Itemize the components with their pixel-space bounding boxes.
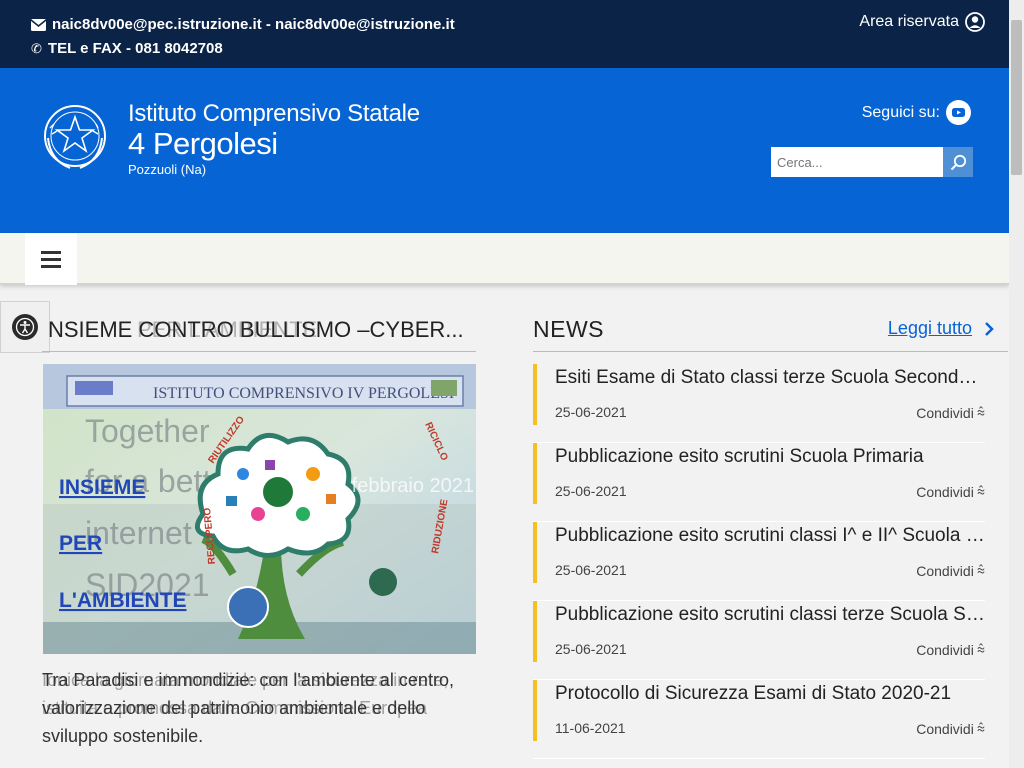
share-button[interactable]: Condividi ⩯ (916, 562, 985, 579)
social-follow: Seguici su: (862, 100, 971, 125)
reserved-area-label: Area riservata (859, 13, 959, 30)
search-form (771, 147, 973, 177)
news-accent-bar (533, 680, 537, 741)
accessibility-icon (12, 314, 38, 340)
share-icon: ⩯ (976, 720, 985, 736)
search-icon (950, 154, 966, 170)
read-all-label: Leggi tutto (887, 318, 972, 338)
feature-caption: Ionica la giornata mondiale per la sicur… (42, 666, 482, 750)
share-button[interactable]: Condividi ⩯ (916, 720, 985, 737)
image-word-3: L'AMBIENTE (59, 589, 187, 612)
scrollbar-thumb[interactable] (1011, 20, 1022, 175)
news-item-title[interactable]: Protocollo di Sicurezza Esami di Stato 2… (555, 683, 985, 705)
image-banner-text: ISTITUTO COMPRENSIVO IV PERGOLESI (153, 385, 454, 402)
phone-icon: ✆ (31, 41, 42, 56)
share-button[interactable]: Condividi ⩯ (916, 404, 985, 421)
feature-caption-fading: Ionica la giornata mondiale per la sicur… (42, 670, 449, 718)
share-icon: ⩯ (976, 404, 985, 420)
share-icon: ⩯ (976, 562, 985, 578)
news-list: Esiti Esame di Stato classi terze Scuola… (533, 364, 985, 759)
hamburger-icon (41, 250, 61, 254)
contact-phone: TEL e FAX - 081 8042708 (47, 40, 223, 57)
news-item-date: 25-06-2021 (555, 562, 627, 578)
news-item-date: 11-06-2021 (555, 720, 626, 736)
news-accent-bar (533, 522, 537, 583)
reserved-area-link[interactable]: Area riservata (859, 12, 985, 32)
news-item[interactable]: Esiti Esame di Stato classi terze Scuola… (533, 364, 985, 443)
news-accent-bar (533, 443, 537, 504)
news-item-date: 25-06-2021 (555, 483, 627, 499)
school-city: Pozzuoli (Na) (128, 162, 207, 177)
page-scrollbar[interactable] (1009, 0, 1024, 768)
news-item[interactable]: Protocollo di Sicurezza Esami di Stato 2… (533, 680, 985, 759)
news-header: NEWS Leggi tutto (533, 314, 1008, 352)
news-accent-bar (533, 364, 537, 425)
user-circle-icon (965, 12, 985, 32)
site-header: Istituto Comprensivo Statale 4 Pergolesi… (0, 68, 1009, 233)
share-icon: ⩯ (976, 641, 985, 657)
news-item[interactable]: Pubblicazione esito scrutini Scuola Prim… (533, 443, 985, 522)
follow-label: Seguici su: (861, 103, 940, 121)
chevron-right-icon (985, 321, 994, 336)
main-nav (0, 233, 1009, 285)
news-accent-bar (533, 601, 537, 662)
share-icon: ⩯ (976, 483, 985, 499)
school-name[interactable]: 4 Pergolesi (128, 126, 278, 162)
search-button[interactable] (943, 147, 973, 177)
feature-title[interactable]: NSIEME CONTRO BULLISMO –CYBER... PER L'A… (42, 317, 476, 352)
read-all-link[interactable]: Leggi tutto (888, 318, 994, 339)
image-word-1: INSIEME (59, 476, 145, 499)
news-item-title[interactable]: Esiti Esame di Stato classi terze Scuola… (555, 367, 985, 389)
envelope-icon (31, 19, 46, 31)
news-item[interactable]: Pubblicazione esito scrutini classi terz… (533, 601, 985, 680)
feature-image[interactable]: ISTITUTO COMPRENSIVO IV PERGOLESI Togeth… (43, 364, 476, 654)
image-date-text: 9 febbraio 2021 (335, 475, 474, 497)
search-input[interactable] (771, 147, 943, 177)
news-item-title[interactable]: Pubblicazione esito scrutini classi I^ e… (555, 525, 985, 547)
share-button[interactable]: Condividi ⩯ (916, 641, 985, 658)
school-kind[interactable]: Istituto Comprensivo Statale (128, 100, 420, 128)
italian-emblem-icon[interactable] (40, 98, 110, 174)
news-item[interactable]: Pubblicazione esito scrutini classi I^ e… (533, 522, 985, 601)
share-button[interactable]: Condividi ⩯ (916, 483, 985, 500)
menu-toggle-button[interactable] (25, 233, 77, 285)
youtube-icon[interactable] (946, 100, 971, 125)
top-bar: naic8dv00e@pec.istruzione.it - naic8dv00… (0, 0, 1009, 68)
contact-info: naic8dv00e@pec.istruzione.it - naic8dv00… (31, 13, 455, 61)
news-item-title[interactable]: Pubblicazione esito scrutini Scuola Prim… (555, 446, 985, 468)
news-item-date: 25-06-2021 (555, 404, 627, 420)
news-item-date: 25-06-2021 (555, 641, 627, 657)
contact-email[interactable]: naic8dv00e@pec.istruzione.it - naic8dv00… (52, 13, 455, 37)
image-bg-line-1: Together (85, 413, 210, 449)
news-title: NEWS (533, 316, 604, 342)
image-word-2: PER (59, 532, 102, 555)
feature-title-fading: PER L'AMBIENTE (137, 317, 318, 342)
news-item-title[interactable]: Pubblicazione esito scrutini classi terz… (555, 604, 985, 626)
